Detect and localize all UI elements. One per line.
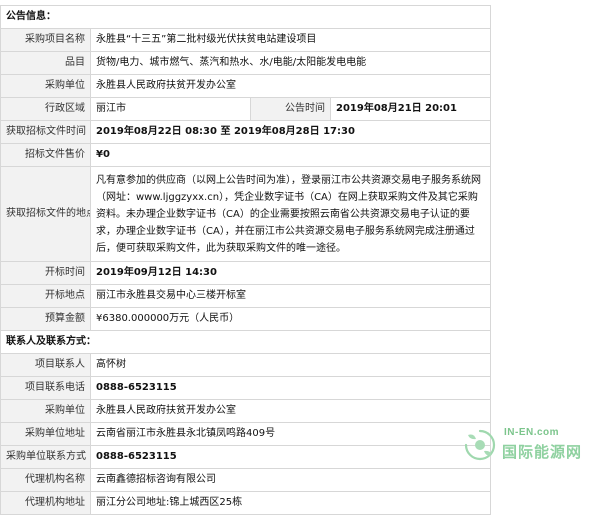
field-label: 采购单位地址 [0, 422, 91, 446]
agency-address-value: 丽江分公司地址:锦上城西区25栋 [90, 491, 491, 515]
field-label: 开标地点 [0, 284, 91, 308]
watermark: IN-EN.com 国际能源网 [460, 423, 592, 469]
contact-person-value: 高怀树 [90, 353, 491, 377]
field-label: 公告时间 [250, 97, 331, 121]
budget-value: ¥6380.000000万元（人民币） [90, 307, 491, 331]
table-row: 项目联系电话 0888-6523115 [0, 376, 491, 400]
section-row-announcement: 公告信息： [0, 5, 491, 29]
purchaser-value: 永胜县人民政府扶贫开发办公室 [90, 74, 491, 98]
announcement-panel: 公告信息： 采购项目名称 永胜县“十三五”第二批村级光伏扶贫电站建设项目 品目 … [0, 5, 491, 515]
contact-phone-value: 0888-6523115 [90, 376, 491, 400]
table-row: 开标地点 丽江市永胜县交易中心三楼开标室 [0, 284, 491, 308]
agency-name-value: 云南鑫德招标咨询有限公司 [90, 468, 491, 492]
opening-place-value: 丽江市永胜县交易中心三楼开标室 [90, 284, 491, 308]
category-value: 货物/电力、城市燃气、蒸汽和热水、水/电能/太阳能发电电能 [90, 51, 491, 75]
project-name-value: 永胜县“十三五”第二批村级光伏扶贫电站建设项目 [90, 28, 491, 52]
field-label: 预算金额 [0, 307, 91, 331]
table-row: 代理机构名称 云南鑫德招标咨询有限公司 [0, 468, 491, 492]
field-label: 项目联系电话 [0, 376, 91, 400]
table-row: 品目 货物/电力、城市燃气、蒸汽和热水、水/电能/太阳能发电电能 [0, 51, 491, 75]
section-title-contact: 联系人及联系方式： [0, 330, 491, 354]
section-row-contact: 联系人及联系方式： [0, 330, 491, 354]
table-row: 项目联系人 高怀树 [0, 353, 491, 377]
table-row: 采购单位 永胜县人民政府扶贫开发办公室 [0, 74, 491, 98]
field-label: 获取招标文件时间 [0, 120, 91, 144]
field-label: 采购单位联系方式 [0, 445, 91, 469]
field-label: 代理机构地址 [0, 491, 91, 515]
doc-price-value: ¥0 [90, 143, 491, 167]
region-value: 丽江市 [90, 97, 251, 121]
field-label: 采购单位 [0, 74, 91, 98]
leaf-logo-icon [464, 429, 496, 461]
section-title-announcement: 公告信息： [0, 5, 491, 29]
purchaser-name-value: 永胜县人民政府扶贫开发办公室 [90, 399, 491, 423]
table-row: 采购项目名称 永胜县“十三五”第二批村级光伏扶贫电站建设项目 [0, 28, 491, 52]
table-row: 行政区域 丽江市 公告时间 2019年08月21日 20:01 [0, 97, 491, 121]
watermark-cn: 国际能源网 [502, 443, 583, 461]
doc-location-value: 凡有意参加的供应商（以网上公告时间为准），登录丽江市公共资源交易电子服务系统网（… [90, 166, 491, 262]
opening-time-value: 2019年09月12日 14:30 [90, 261, 491, 285]
field-label: 采购项目名称 [0, 28, 91, 52]
table-row: 预算金额 ¥6380.000000万元（人民币） [0, 307, 491, 331]
table-row: 采购单位地址 云南省丽江市永胜县永北镇凤鸣路409号 [0, 422, 491, 446]
table-row: 采购单位 永胜县人民政府扶贫开发办公室 [0, 399, 491, 423]
field-label: 项目联系人 [0, 353, 91, 377]
field-label: 获取招标文件的地点 [0, 166, 91, 262]
table-row: 代理机构地址 丽江分公司地址:锦上城西区25栋 [0, 491, 491, 515]
field-label: 开标时间 [0, 261, 91, 285]
watermark-en: IN-EN.com [504, 427, 560, 438]
table-row: 获取招标文件时间 2019年08月22日 08:30 至 2019年08月28日… [0, 120, 491, 144]
announce-date-value: 2019年08月21日 20:01 [330, 97, 491, 121]
doc-time-value: 2019年08月22日 08:30 至 2019年08月28日 17:30 [90, 120, 491, 144]
field-label: 品目 [0, 51, 91, 75]
field-label: 行政区域 [0, 97, 91, 121]
field-label: 招标文件售价 [0, 143, 91, 167]
table-row: 开标时间 2019年09月12日 14:30 [0, 261, 491, 285]
table-row: 获取招标文件的地点 凡有意参加的供应商（以网上公告时间为准），登录丽江市公共资源… [0, 166, 491, 262]
field-label: 代理机构名称 [0, 468, 91, 492]
purchaser-address-value: 云南省丽江市永胜县永北镇凤鸣路409号 [90, 422, 491, 446]
announcement-table: 公告信息： 采购项目名称 永胜县“十三五”第二批村级光伏扶贫电站建设项目 品目 … [0, 5, 491, 515]
purchaser-phone-value: 0888-6523115 [90, 445, 491, 469]
field-label: 采购单位 [0, 399, 91, 423]
table-row: 采购单位联系方式 0888-6523115 [0, 445, 491, 469]
table-row: 招标文件售价 ¥0 [0, 143, 491, 167]
